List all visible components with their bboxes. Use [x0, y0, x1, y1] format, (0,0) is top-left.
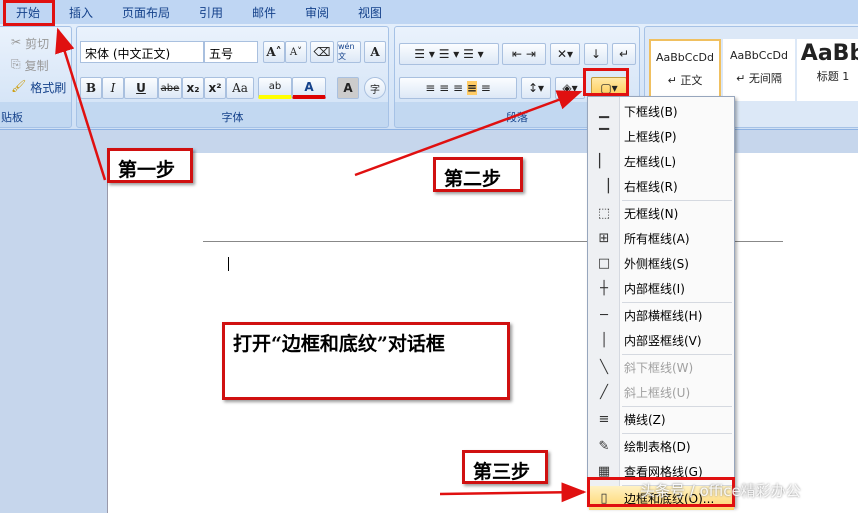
annotation-arrows [55, 27, 587, 503]
step3-label: 第三步 [462, 450, 548, 484]
step1-label: 第一步 [107, 148, 193, 183]
watermark: 头条号 / office精彩办公 [640, 482, 801, 500]
step2-label: 第二步 [433, 157, 523, 192]
instruction-note: 打开“边框和底纹”对话框 [222, 322, 510, 400]
